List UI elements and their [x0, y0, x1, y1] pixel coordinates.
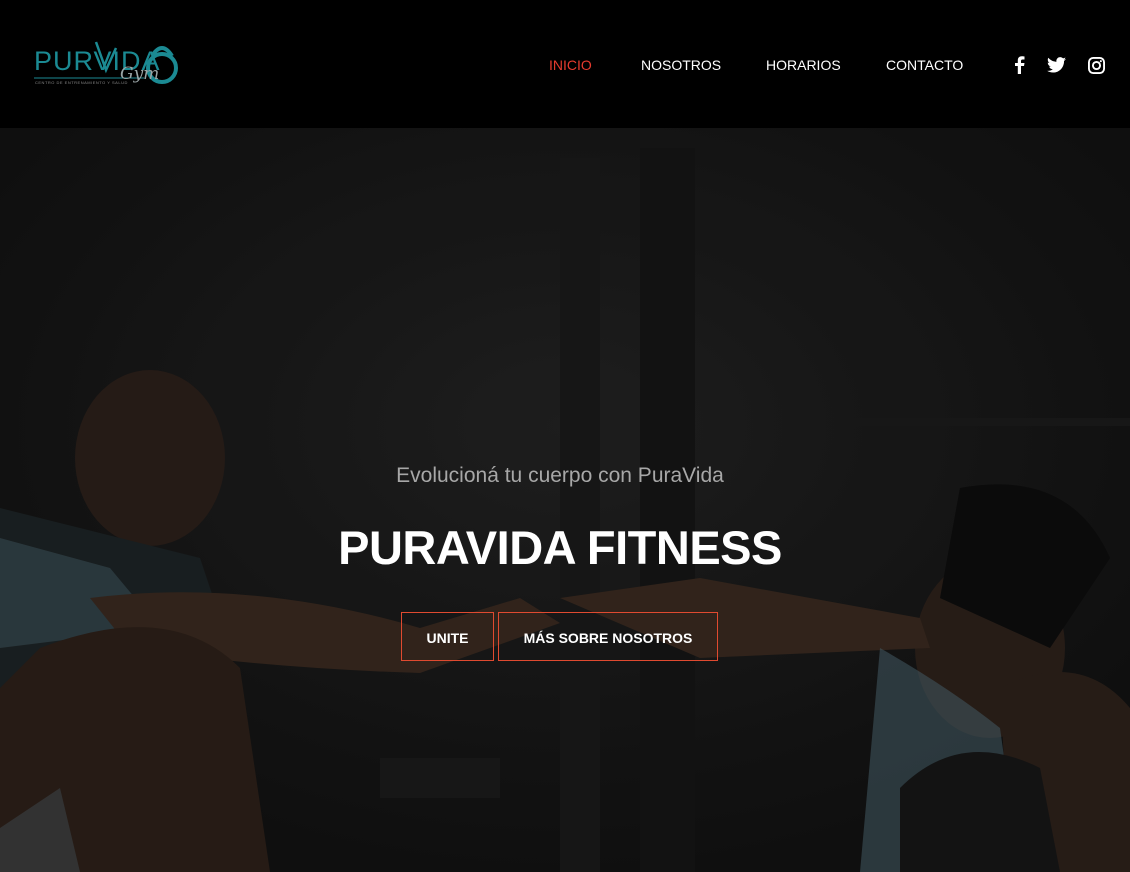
hero-overlay [0, 128, 1130, 872]
unite-button[interactable]: UNITE [401, 612, 494, 661]
hero-subtitle: Evolucioná tu cuerpo con PuraVida [396, 464, 724, 487]
instagram-icon[interactable] [1088, 57, 1105, 75]
twitter-icon[interactable] [1047, 57, 1066, 75]
facebook-icon[interactable] [1013, 56, 1025, 74]
nav-item-horarios[interactable]: HORARIOS [766, 56, 841, 74]
main-nav: INICIO NOSOTROS HORARIOS CONTACTO [0, 56, 1130, 76]
hero-title: PURAVIDA FITNESS [338, 521, 782, 574]
more-about-us-button[interactable]: MÁS SOBRE NOSOTROS [498, 612, 718, 661]
site-header: PURVIDA Gym CENTRO DE ENTRENAMIENTO Y SA… [0, 0, 1130, 128]
hero-section: Evolucioná tu cuerpo con PuraVida PURAVI… [0, 128, 1130, 872]
nav-item-nosotros[interactable]: NOSOTROS [641, 56, 721, 74]
nav-item-contacto[interactable]: CONTACTO [886, 56, 963, 74]
logo-tagline: CENTRO DE ENTRENAMIENTO Y SALUD [35, 80, 128, 85]
nav-item-inicio[interactable]: INICIO [549, 56, 592, 74]
